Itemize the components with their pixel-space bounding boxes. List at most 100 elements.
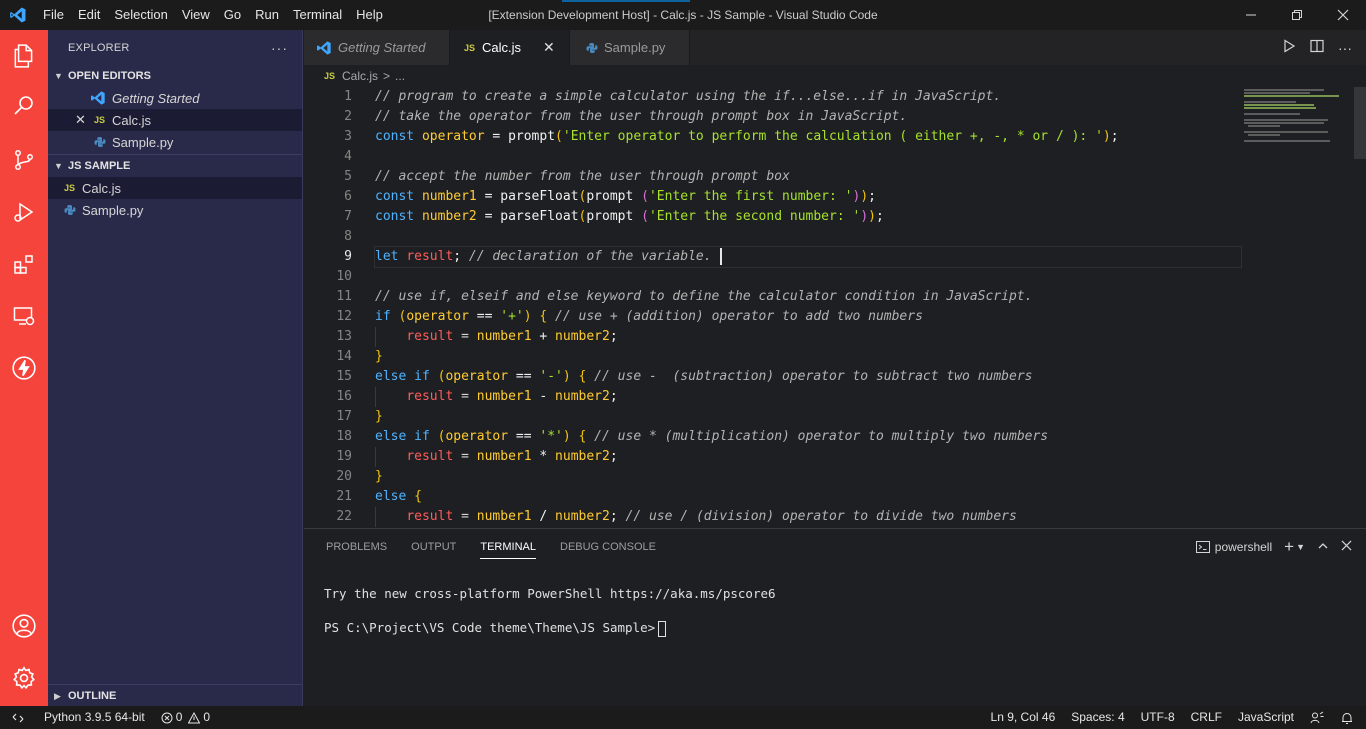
string: '*' [539,429,563,444]
code-editor[interactable]: 1 2 3 4 5 6 7 8 9 10 11 12 13 14 15 16 1… [304,87,1366,528]
tab-label: Calc.js [482,40,522,55]
source-control-icon[interactable] [0,134,48,186]
python-interpreter[interactable]: Python 3.9.5 64-bit [36,706,153,729]
comment: // use + (addition) operator to add two … [547,309,923,324]
split-editor-icon[interactable] [1310,39,1324,56]
variable: operator [406,309,469,324]
encoding[interactable]: UTF-8 [1133,706,1183,729]
close-tab-icon[interactable]: ✕ [543,39,555,56]
tab-getting-started[interactable]: Getting Started [304,30,450,65]
menu-view[interactable]: View [175,0,217,30]
operator: == [508,369,540,384]
python-icon [64,204,82,216]
keyword: const [375,209,415,224]
settings-gear-icon[interactable] [0,652,48,704]
cursor-position[interactable]: Ln 9, Col 46 [983,706,1064,729]
breadcrumb-file[interactable]: Calc.js [342,69,378,83]
file-calc-js[interactable]: JS Calc.js [48,177,302,199]
variable: number1 [476,449,532,464]
more-actions-button[interactable]: ··· [271,40,288,56]
variable: number2 [421,209,477,224]
outline-section[interactable]: ▶ OUTLINE [48,684,302,706]
tab-label: Sample.py [604,40,666,55]
open-editor-sample-py[interactable]: Sample.py [48,131,302,153]
line-number: 1 [344,89,352,104]
indentation[interactable]: Spaces: 4 [1063,706,1132,729]
tab-debug-console[interactable]: DEBUG CONSOLE [560,529,656,565]
feedback-icon[interactable] [1302,706,1332,729]
run-icon[interactable] [1282,39,1296,56]
new-terminal-icon[interactable]: + [1284,537,1294,557]
minimize-button[interactable] [1228,0,1274,30]
open-editor-getting-started[interactable]: Getting Started [48,87,302,109]
function-call: prompt [586,209,642,224]
chevron-down-icon[interactable]: ▼ [1296,542,1305,552]
workspace-header[interactable]: ▼ JS SAMPLE [48,155,302,177]
keyword: const [375,129,415,144]
operator: + [531,329,556,344]
remote-icon[interactable] [0,706,36,729]
breadcrumb-rest[interactable]: ... [395,69,405,83]
notifications-bell-icon[interactable] [1332,706,1366,729]
extensions-icon[interactable] [0,238,48,290]
explorer-icon[interactable] [0,30,48,82]
terminal-shell-selector[interactable]: powershell [1195,540,1272,554]
terminal-output[interactable]: Try the new cross-platform PowerShell ht… [324,585,776,637]
lightning-icon[interactable] [0,342,48,394]
terminal-icon [1195,541,1210,553]
breadcrumb-separator: > [383,69,391,83]
problems-summary[interactable]: 0 0 [153,706,218,729]
file-sample-py[interactable]: Sample.py [48,199,302,221]
maximize-panel-icon[interactable] [1317,540,1329,555]
keyword: if [375,309,391,324]
end-of-line[interactable]: CRLF [1183,706,1230,729]
explorer-title: EXPLORER [68,41,130,54]
close-panel-icon[interactable] [1341,540,1352,554]
accounts-icon[interactable] [0,600,48,652]
open-editors-header[interactable]: ▼ OPEN EDITORS [48,65,302,87]
open-editor-calc-js[interactable]: ✕ JS Calc.js [48,109,302,131]
menu-edit[interactable]: Edit [71,0,107,30]
menu-selection[interactable]: Selection [107,0,174,30]
more-actions-icon[interactable]: ··· [1338,40,1352,56]
editor-scrollbar[interactable] [1354,87,1366,159]
minimap[interactable] [1244,87,1354,147]
punctuation: ; [868,189,876,204]
open-editors-label: OPEN EDITORS [68,70,151,82]
run-debug-icon[interactable] [0,186,48,238]
tab-calc-js[interactable]: JS Calc.js ✕ [450,30,570,65]
code-line: result = number1 * number2; [406,449,618,464]
close-icon[interactable]: ✕ [75,112,86,128]
line-number: 6 [344,189,352,204]
line-number: 22 [336,509,352,524]
warning-count: 0 [203,710,211,724]
tab-sample-py[interactable]: Sample.py [570,30,690,65]
restore-button[interactable] [1274,0,1320,30]
python-icon [586,42,598,54]
remote-explorer-icon[interactable] [0,290,48,342]
tab-terminal[interactable]: TERMINAL [480,529,536,565]
search-icon[interactable] [0,80,48,132]
punctuation: ; [609,329,618,344]
menu-help[interactable]: Help [349,0,390,30]
tab-output[interactable]: OUTPUT [411,529,456,565]
line-number: 14 [336,349,352,364]
variable: result [406,509,454,524]
close-window-button[interactable] [1320,0,1366,30]
language-mode[interactable]: JavaScript [1230,706,1302,729]
open-editor-label: Getting Started [112,90,200,106]
panel-actions: powershell + ▼ [1195,529,1352,565]
menu-go[interactable]: Go [217,0,248,30]
workspace-label: JS SAMPLE [68,160,131,172]
menu-run[interactable]: Run [248,0,286,30]
menu-file[interactable]: File [36,0,71,30]
editor-actions: ··· [1282,30,1352,65]
status-left: Python 3.9.5 64-bit 0 0 [0,706,218,729]
js-icon: JS [64,183,76,193]
operator: = [484,129,509,144]
tab-problems[interactable]: PROBLEMS [326,529,387,565]
outline-header[interactable]: ▶ OUTLINE [48,685,302,707]
menu-terminal[interactable]: Terminal [286,0,349,30]
menu-bar: File Edit Selection View Go Run Terminal… [36,0,390,30]
